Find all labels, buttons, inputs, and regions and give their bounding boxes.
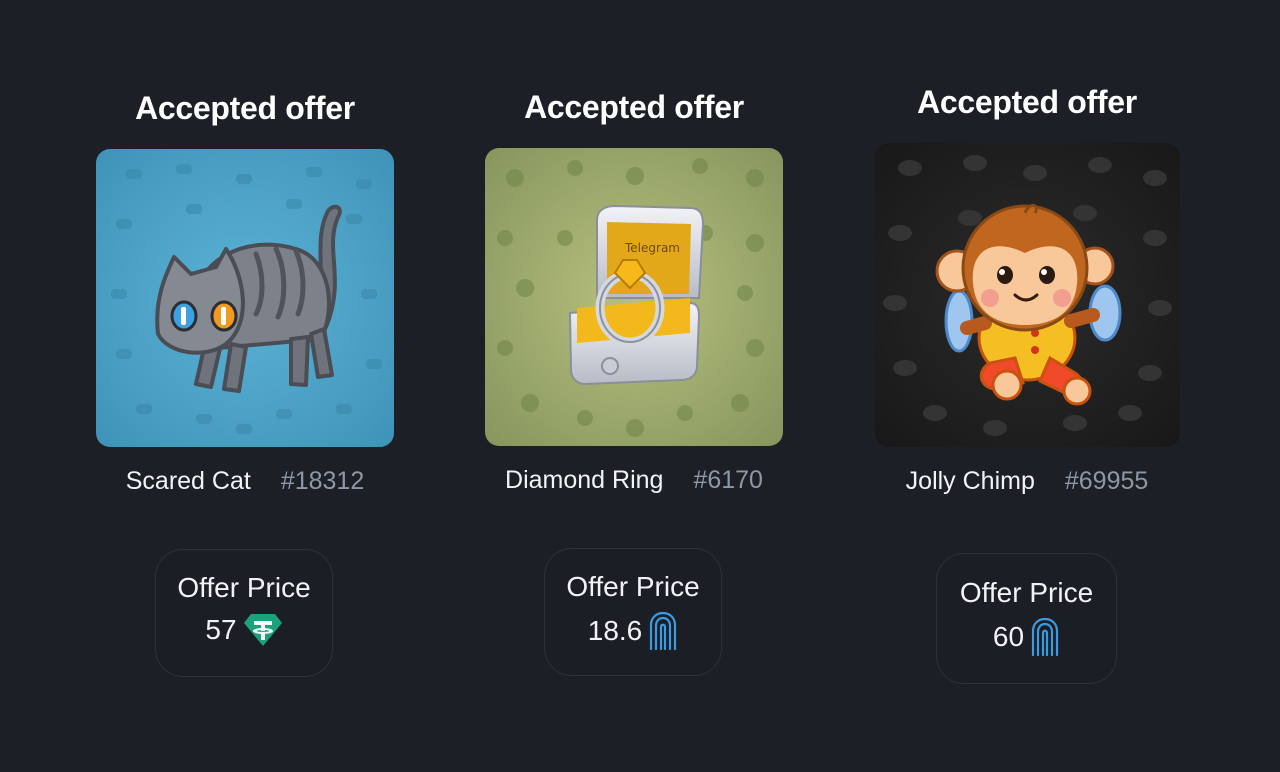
fingerprint-icon [1030, 617, 1060, 657]
card-title: Accepted offer [917, 84, 1137, 120]
price-row: 18.6 [588, 611, 679, 651]
gift-number: #18312 [280, 467, 365, 495]
gift-number: #6170 [693, 466, 763, 494]
offer-card-scared-cat[interactable]: Accepted offer Scared Cat #18312 [95, 90, 395, 496]
usdt-icon [243, 612, 283, 648]
fingerprint-icon [648, 611, 678, 651]
offer-price-box: Offer Price 18.6 [544, 548, 722, 676]
gift-name: Diamond Ring [505, 466, 664, 494]
price-label: Offer Price [566, 571, 700, 602]
gift-image-scared-cat[interactable] [96, 149, 394, 447]
price-label: Offer Price [177, 572, 311, 603]
gift-number: #69955 [1064, 467, 1149, 495]
gift-name-row: Jolly Chimp #69955 [906, 467, 1149, 496]
price-value: 60 [992, 621, 1025, 652]
gift-name: Jolly Chimp [905, 467, 1035, 495]
offer-card-jolly-chimp[interactable]: Accepted offer Jolly Chimp #69955 [874, 84, 1180, 496]
gift-name-row: Diamond Ring #6170 [505, 466, 763, 495]
price-value: 57 [205, 614, 237, 645]
offer-card-diamond-ring[interactable]: Accepted offer Telegram Diamond Ring #61… [484, 89, 784, 495]
gift-image-jolly-chimp[interactable] [874, 143, 1180, 447]
gift-image-diamond-ring[interactable]: Telegram [485, 148, 783, 446]
gift-name-row: Scared Cat #18312 [126, 467, 365, 496]
offers-stage: Accepted offer Scared Cat #18312 Offer P… [0, 0, 1280, 772]
offer-price-box: Offer Price 57 [155, 549, 333, 677]
price-label: Offer Price [959, 577, 1094, 608]
card-title: Accepted offer [524, 89, 744, 125]
box-brand-text: Telegram [624, 241, 680, 255]
card-title: Accepted offer [135, 90, 355, 126]
price-row: 57 [205, 612, 282, 648]
price-value: 18.6 [587, 615, 643, 646]
gift-name: Scared Cat [125, 467, 251, 495]
offer-price-box: Offer Price 60 [936, 553, 1117, 684]
price-row: 60 [993, 617, 1060, 657]
